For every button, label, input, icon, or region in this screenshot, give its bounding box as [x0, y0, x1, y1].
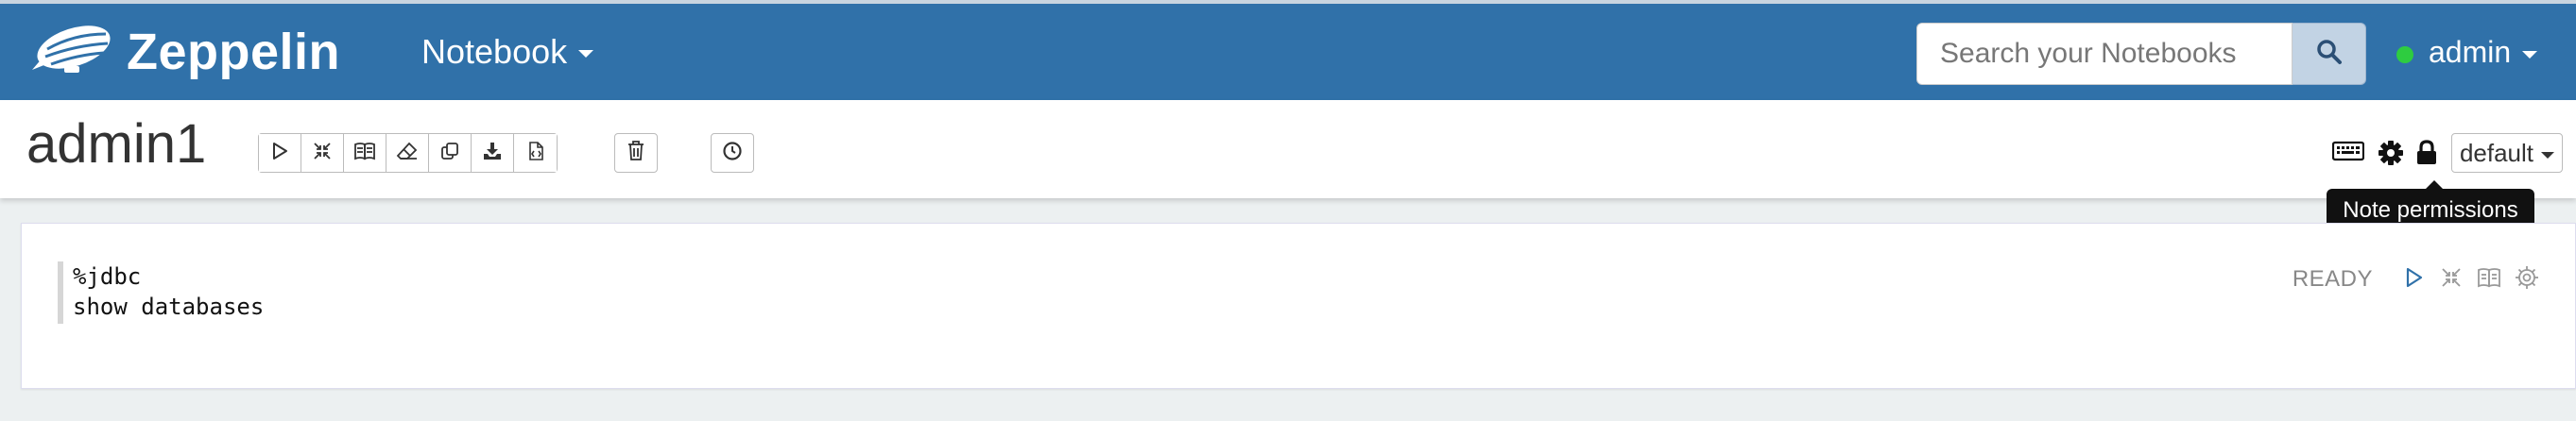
search-group	[1916, 23, 2366, 85]
zeppelin-home-link[interactable]: Zeppelin	[26, 21, 340, 83]
run-all-icon	[269, 141, 290, 166]
interpreter-settings-button[interactable]	[2378, 140, 2404, 171]
gear-icon	[2378, 140, 2404, 171]
show-hide-code-icon	[312, 141, 333, 166]
version-control-button[interactable]	[514, 134, 557, 172]
hide-output-button[interactable]	[2475, 265, 2503, 294]
schedule-button[interactable]	[711, 133, 754, 173]
show-hide-output-icon	[353, 141, 376, 166]
book-icon	[2477, 266, 2501, 294]
file-code-icon	[525, 141, 546, 166]
display-mode-dropdown[interactable]: default	[2451, 133, 2563, 173]
search-button[interactable]	[2293, 23, 2366, 85]
clock-icon	[722, 141, 743, 166]
hide-editor-button[interactable]	[2437, 265, 2465, 294]
notebook-menu[interactable]: Notebook	[421, 32, 594, 72]
search-input[interactable]	[1916, 23, 2293, 85]
display-mode-label: default	[2459, 138, 2534, 167]
caret-down-icon	[578, 50, 594, 58]
clone-icon	[439, 141, 460, 166]
code-line: show databases	[73, 294, 265, 320]
clone-note-button[interactable]	[429, 134, 472, 172]
download-icon	[482, 141, 503, 166]
user-menu[interactable]: admin	[2396, 35, 2538, 70]
paragraph-editor[interactable]: %jdbc show databases	[58, 261, 2137, 324]
connection-status-dot	[2396, 45, 2413, 63]
code-line: %jdbc	[73, 263, 142, 290]
gear-icon	[2515, 265, 2539, 295]
zeppelin-logo-icon	[26, 21, 117, 83]
note-permissions-button[interactable]	[2415, 140, 2438, 171]
brand-name: Zeppelin	[127, 24, 341, 80]
export-note-button[interactable]	[472, 134, 514, 172]
paragraph-status: READY	[2292, 266, 2373, 292]
show-hide-code-button[interactable]	[301, 134, 344, 172]
lock-icon	[2415, 140, 2438, 171]
caret-down-icon	[2522, 50, 2538, 59]
run-all-button[interactable]	[259, 134, 301, 172]
keyboard-icon	[2331, 140, 2365, 167]
eraser-icon	[396, 141, 419, 166]
search-icon	[2316, 39, 2343, 70]
clear-output-button[interactable]	[386, 134, 429, 172]
paragraph: %jdbc show databases READY	[21, 223, 2576, 389]
user-name: admin	[2429, 35, 2512, 69]
run-paragraph-button[interactable]	[2399, 265, 2428, 294]
note-header: admin1 default	[0, 100, 2576, 198]
notebook-menu-label: Notebook	[421, 32, 568, 71]
show-hide-output-button[interactable]	[344, 134, 386, 172]
keyboard-shortcut-button[interactable]	[2331, 140, 2365, 167]
remove-note-button[interactable]	[614, 133, 658, 173]
run-icon	[2402, 266, 2425, 294]
paragraph-controls: READY	[2293, 265, 2541, 294]
note-title[interactable]: admin1	[26, 117, 206, 172]
caret-down-icon	[2541, 151, 2555, 159]
top-navbar: Zeppelin Notebook admin	[0, 0, 2576, 100]
collapse-icon	[2440, 266, 2463, 294]
note-actions-group	[258, 133, 558, 173]
paragraph-settings-button[interactable]	[2513, 265, 2541, 294]
trash-icon	[626, 140, 646, 167]
